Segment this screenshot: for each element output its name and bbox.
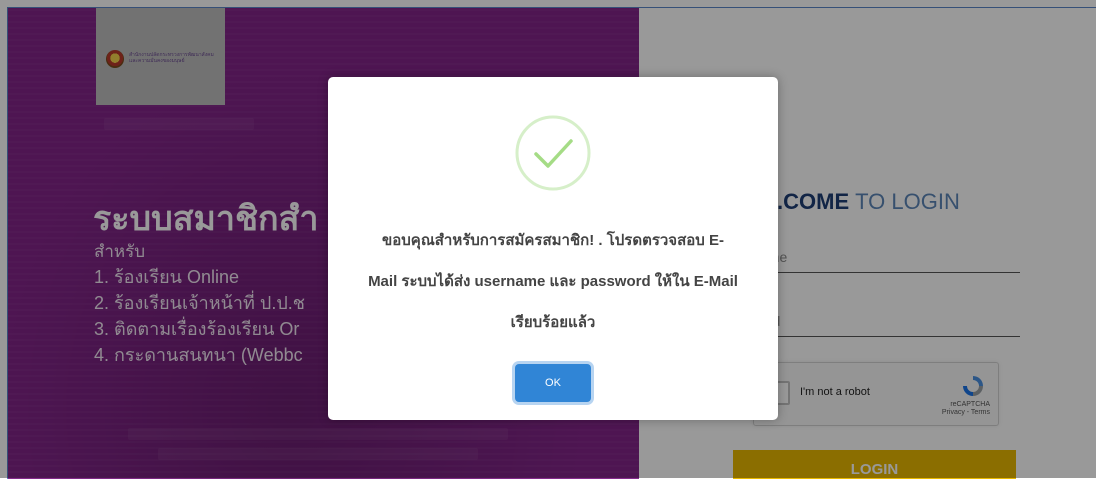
dialog-message-line: ขอบคุณสำหรับการสมัครสมาชิก! . โปรดตรวจสอ… [382,232,724,249]
ok-button[interactable]: OK [515,364,591,402]
dialog-message: ขอบคุณสำหรับการสมัครสมาชิก! . โปรดตรวจสอ… [346,220,760,343]
success-dialog: ขอบคุณสำหรับการสมัครสมาชิก! . โปรดตรวจสอ… [328,77,778,420]
dialog-message-line: เรียบร้อยแล้ว [510,314,596,331]
dialog-message-line: Mail ระบบได้ส่ง username และ password ให… [368,273,738,290]
success-check-icon [515,115,591,191]
